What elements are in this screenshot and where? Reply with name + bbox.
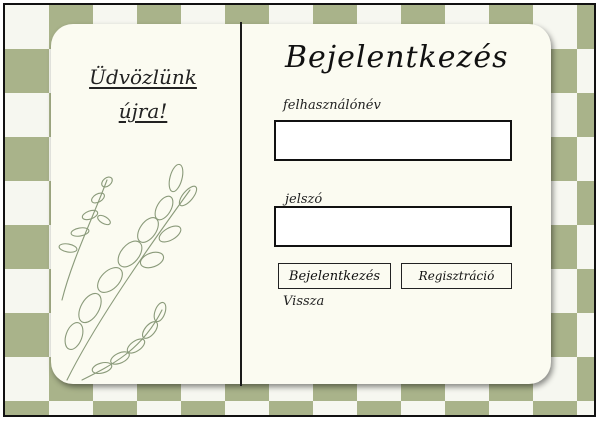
password-input[interactable]	[274, 206, 512, 247]
welcome-line-1: Üdvözlünk	[89, 65, 197, 89]
username-label: felhasználónév	[283, 98, 381, 113]
welcome-line-2: újra!	[118, 99, 168, 123]
notebook-spine	[240, 22, 242, 386]
welcome-text: Üdvözlünk újra!	[78, 60, 208, 128]
plant-sketch-icon	[58, 163, 198, 381]
back-link[interactable]: Vissza	[283, 294, 324, 309]
login-button[interactable]: Bejelentkezés	[278, 263, 391, 289]
password-label: jelszó	[285, 192, 323, 207]
register-button[interactable]: Regisztráció	[401, 263, 512, 289]
username-input[interactable]	[274, 120, 512, 161]
page-title: Bejelentkezés	[285, 40, 509, 75]
